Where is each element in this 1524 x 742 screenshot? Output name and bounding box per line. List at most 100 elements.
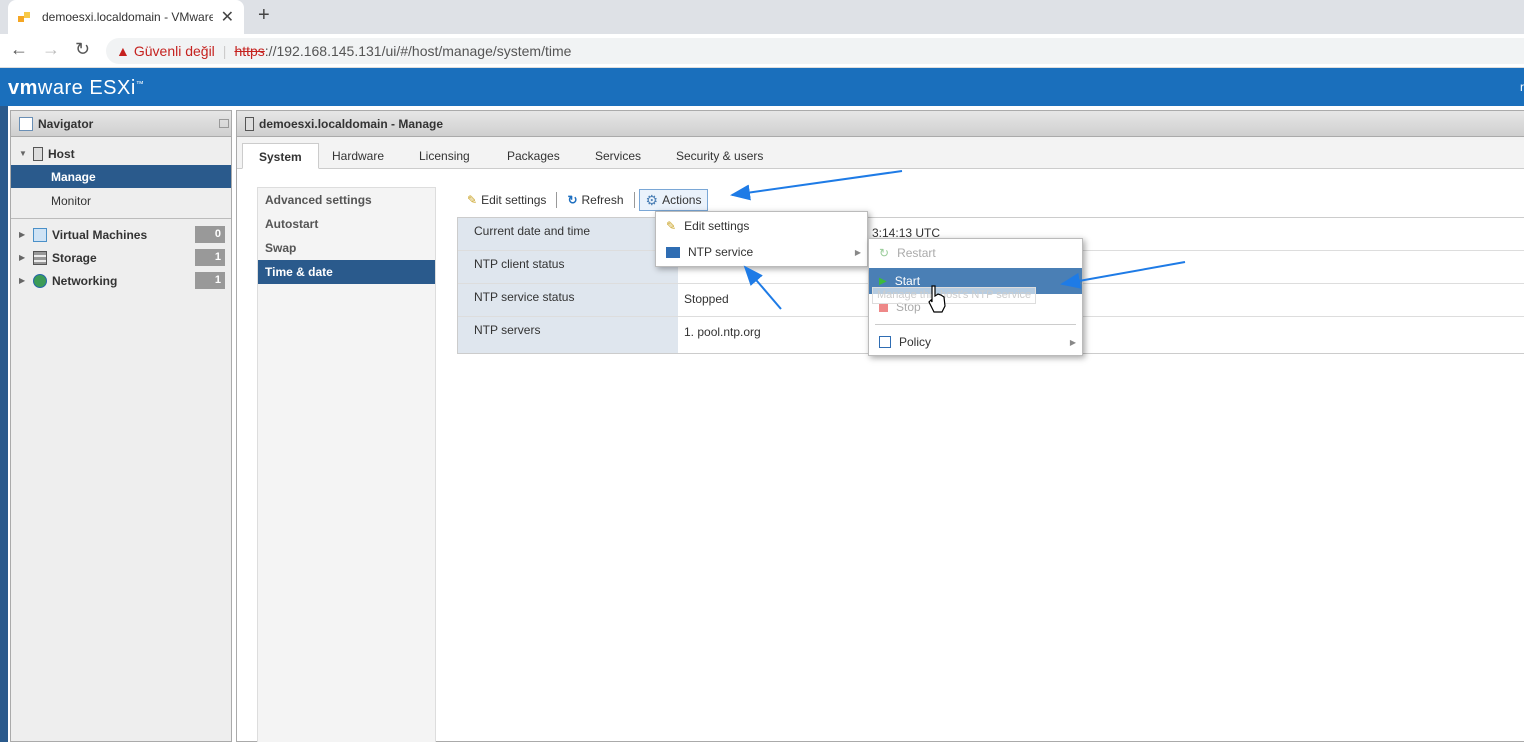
tab-hardware[interactable]: Hardware — [316, 143, 400, 169]
actions-menu: ✎ Edit settings NTP service ▶ — [655, 211, 868, 267]
vmware-favicon-icon — [18, 10, 32, 24]
navigator-pane: Navigator ▼ Host Manage Monitor ▶ Virtua… — [10, 110, 232, 742]
storage-icon — [33, 250, 47, 265]
ntp-service-icon — [666, 246, 680, 258]
browser-tab-strip: demoesxi.localdomain - VMware ESXi ✕ + — [0, 0, 1524, 34]
left-gutter — [0, 106, 8, 742]
subnav-time-date[interactable]: Time & date — [258, 260, 435, 284]
back-icon[interactable]: ← — [10, 39, 28, 60]
navigator-title: Navigator — [38, 116, 94, 131]
tab-licensing[interactable]: Licensing — [403, 143, 486, 169]
count-badge: 1 — [195, 272, 225, 289]
detail-label: NTP service status — [458, 284, 678, 316]
edit-settings-label: Edit settings — [481, 193, 547, 207]
subnav-autostart[interactable]: Autostart — [258, 212, 435, 236]
url-input[interactable]: ▲ Güvenli değil | https ://192.168.145.1… — [106, 38, 1524, 64]
tab-services[interactable]: Services — [579, 143, 657, 169]
menu-start-label: Start — [894, 274, 921, 288]
restart-icon: ↻ — [879, 246, 890, 260]
url-scheme: https — [234, 43, 265, 59]
detail-value: Stopped — [684, 292, 729, 306]
detail-label: Current date and time — [458, 218, 678, 250]
tab-title: demoesxi.localdomain - VMware ESXi — [42, 10, 213, 24]
reload-icon[interactable]: ↻ — [75, 39, 90, 60]
collapsed-triangle-icon[interactable]: ▶ — [19, 253, 29, 262]
refresh-button[interactable]: ↻ Refresh — [561, 189, 629, 211]
menu-restart-label: Restart — [897, 246, 936, 260]
gear-icon: ⚙ — [645, 191, 659, 208]
submenu-arrow-icon: ▶ — [1069, 337, 1076, 347]
forward-icon[interactable]: → — [42, 39, 60, 60]
url-path: ://192.168.145.131/ui/#/host/manage/syst… — [264, 43, 572, 59]
pencil-icon: ✎ — [467, 193, 478, 207]
hand-cursor-icon — [928, 285, 946, 313]
menu-edit-settings[interactable]: ✎ Edit settings — [656, 213, 867, 239]
nav-vm-label: Virtual Machines — [52, 227, 148, 242]
detail-label: NTP client status — [458, 251, 678, 283]
nav-host-label: Host — [48, 146, 75, 161]
count-badge: 1 — [195, 249, 225, 266]
esxi-header: vmware ESXi™ r — [0, 68, 1524, 106]
collapse-pane-icon[interactable] — [219, 119, 229, 128]
menu-ntp-service[interactable]: NTP service ▶ — [656, 239, 867, 265]
refresh-label: Refresh — [581, 193, 624, 207]
nav-divider — [11, 218, 231, 219]
policy-icon — [879, 336, 891, 348]
host-icon — [33, 146, 43, 161]
edit-settings-button[interactable]: ✎ Edit settings — [461, 189, 552, 211]
play-icon: ▶ — [879, 275, 887, 287]
toolbar-separator — [633, 192, 635, 208]
tab-packages[interactable]: Packages — [491, 143, 576, 169]
manage-tabs: System Hardware Licensing Packages Servi… — [237, 137, 1524, 169]
vmware-esxi-logo: vmware ESXi™ — [8, 77, 145, 99]
menu-restart[interactable]: ↻ Restart — [869, 240, 1082, 266]
main-header: demoesxi.localdomain - Manage — [237, 111, 1524, 137]
actions-button[interactable]: ⚙ Actions — [638, 189, 709, 211]
collapsed-triangle-icon[interactable]: ▶ — [19, 230, 29, 239]
subnav-swap[interactable]: Swap — [258, 236, 435, 260]
subnav-advanced-settings[interactable]: Advanced settings — [258, 188, 435, 212]
nav-item-storage[interactable]: ▶ Storage 1 — [11, 246, 231, 269]
browser-tab[interactable]: demoesxi.localdomain - VMware ESXi ✕ — [8, 0, 244, 34]
refresh-icon: ↻ — [567, 193, 578, 207]
address-bar: ← → ↻ ▲ Güvenli değil | https ://192.168… — [0, 34, 1524, 68]
virtual-machines-icon — [33, 227, 47, 242]
nav-item-host[interactable]: ▼ Host — [11, 142, 231, 165]
tab-system[interactable]: System — [242, 143, 319, 169]
menu-policy[interactable]: Policy ▶ — [869, 329, 1082, 355]
nav-storage-label: Storage — [52, 250, 97, 265]
actions-label: Actions — [662, 193, 702, 207]
nav-manage-label: Manage — [51, 169, 96, 184]
omnibox-separator: | — [222, 43, 227, 59]
count-badge: 0 — [195, 226, 225, 243]
menu-edit-settings-label: Edit settings — [684, 219, 750, 233]
nav-networking-label: Networking — [52, 273, 118, 288]
host-icon — [245, 116, 254, 131]
close-tab-icon[interactable]: ✕ — [221, 7, 234, 27]
nav-item-manage[interactable]: Manage — [11, 165, 231, 188]
warning-icon: ▲ — [116, 43, 130, 59]
expanded-triangle-icon[interactable]: ▼ — [19, 149, 29, 158]
collapsed-triangle-icon[interactable]: ▶ — [19, 276, 29, 285]
main-pane: demoesxi.localdomain - Manage System Har… — [236, 110, 1524, 742]
submenu-arrow-icon: ▶ — [854, 247, 861, 257]
user-menu[interactable]: r — [1520, 80, 1524, 94]
nav-item-networking[interactable]: ▶ Networking 1 — [11, 269, 231, 292]
tab-security-users[interactable]: Security & users — [660, 143, 779, 169]
security-warning[interactable]: Güvenli değil — [134, 43, 215, 59]
new-tab-button[interactable]: + — [258, 4, 270, 27]
navigator-icon — [19, 116, 33, 131]
menu-ntp-service-label: NTP service — [688, 245, 754, 259]
detail-label: NTP servers — [458, 317, 678, 353]
menu-policy-label: Policy — [899, 335, 932, 349]
nav-item-monitor[interactable]: Monitor — [11, 188, 231, 214]
detail-value: 1. pool.ntp.org — [684, 325, 761, 339]
toolbar: ✎ Edit settings ↻ Refresh ⚙ Actions — [461, 189, 709, 211]
pencil-icon: ✎ — [666, 219, 677, 233]
nav-monitor-label: Monitor — [51, 194, 92, 208]
navigator-header: Navigator — [11, 111, 231, 137]
menu-divider — [875, 324, 1076, 325]
system-subnav: Advanced settings Autostart Swap Time & … — [257, 187, 436, 742]
nav-item-virtual-machines[interactable]: ▶ Virtual Machines 0 — [11, 223, 231, 246]
page-title: demoesxi.localdomain - Manage — [259, 116, 444, 131]
